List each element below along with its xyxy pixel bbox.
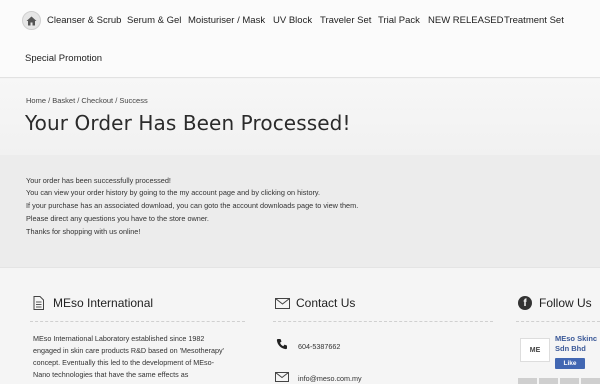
about-text-line: concept. Eventually this led to the deve… [33,358,214,367]
like-label: Like [563,360,577,367]
follower-avatar [539,378,558,384]
about-title: MEso International [53,296,154,310]
phone-icon [276,339,287,350]
message-line: Please direct any questions you have to … [26,214,209,223]
about-text-line: engaged in skin care products R&D based … [33,346,224,355]
contact-title: Contact Us [296,296,356,310]
contact-phone[interactable]: 604-5387662 [298,342,340,351]
page-name-line: Sdn Bhd [555,343,586,353]
facebook-widget[interactable]: ME MEso Skinc Sdn Bhd Like [518,330,600,374]
nav-traveler-set[interactable]: Traveler Set [320,15,371,26]
document-icon [33,296,44,310]
nav-serum-gel[interactable]: Serum & Gel [127,15,181,26]
follow-title: Follow Us [539,296,592,310]
message-line: Thanks for shopping with us online! [26,227,141,236]
divider [30,321,245,322]
nav-uv-block[interactable]: UV Block [273,15,312,26]
breadcrumb[interactable]: Home / Basket / Checkout / Success [26,96,148,105]
nav-special-promotion[interactable]: Special Promotion [25,53,102,64]
about-text-line: MEso International Laboratory establishe… [33,334,205,343]
nav-trial-pack[interactable]: Trial Pack [378,15,420,26]
home-icon [26,16,37,25]
divider [273,321,493,322]
envelope-icon [275,298,290,309]
contact-email[interactable]: info@meso.com.my [298,374,362,383]
main-navigation: Cleanser & Scrub Serum & Gel Moisturiser… [0,0,600,78]
page-title: Your Order Has Been Processed! [25,111,351,135]
nav-treatment-set[interactable]: Treatment Set [504,15,564,26]
follower-avatar [581,378,600,384]
message-line: You can view your order history by going… [26,188,321,197]
follower-thumbnails [518,378,600,384]
divider [516,321,600,322]
brand-logo: ME [520,338,550,362]
follower-avatar [518,378,537,384]
content-area [0,155,600,267]
follower-avatar [560,378,579,384]
facebook-like-button[interactable]: Like [555,358,585,369]
home-button[interactable] [22,11,41,30]
message-line: Your order has been successfully process… [26,176,171,185]
facebook-icon[interactable]: f [518,296,532,310]
nav-new-released[interactable]: NEW RELEASED [428,15,504,26]
about-text-line: Nano technologies that have the same eff… [33,370,189,379]
nav-cleanser-scrub[interactable]: Cleanser & Scrub [47,15,121,26]
page-name-line: MEso Skinc [555,334,598,343]
email-icon [275,372,289,382]
facebook-page-name[interactable]: MEso Skinc Sdn Bhd [555,334,597,353]
message-line: If your purchase has an associated downl… [26,201,359,210]
nav-moisturiser-mask[interactable]: Moisturiser / Mask [188,15,265,26]
